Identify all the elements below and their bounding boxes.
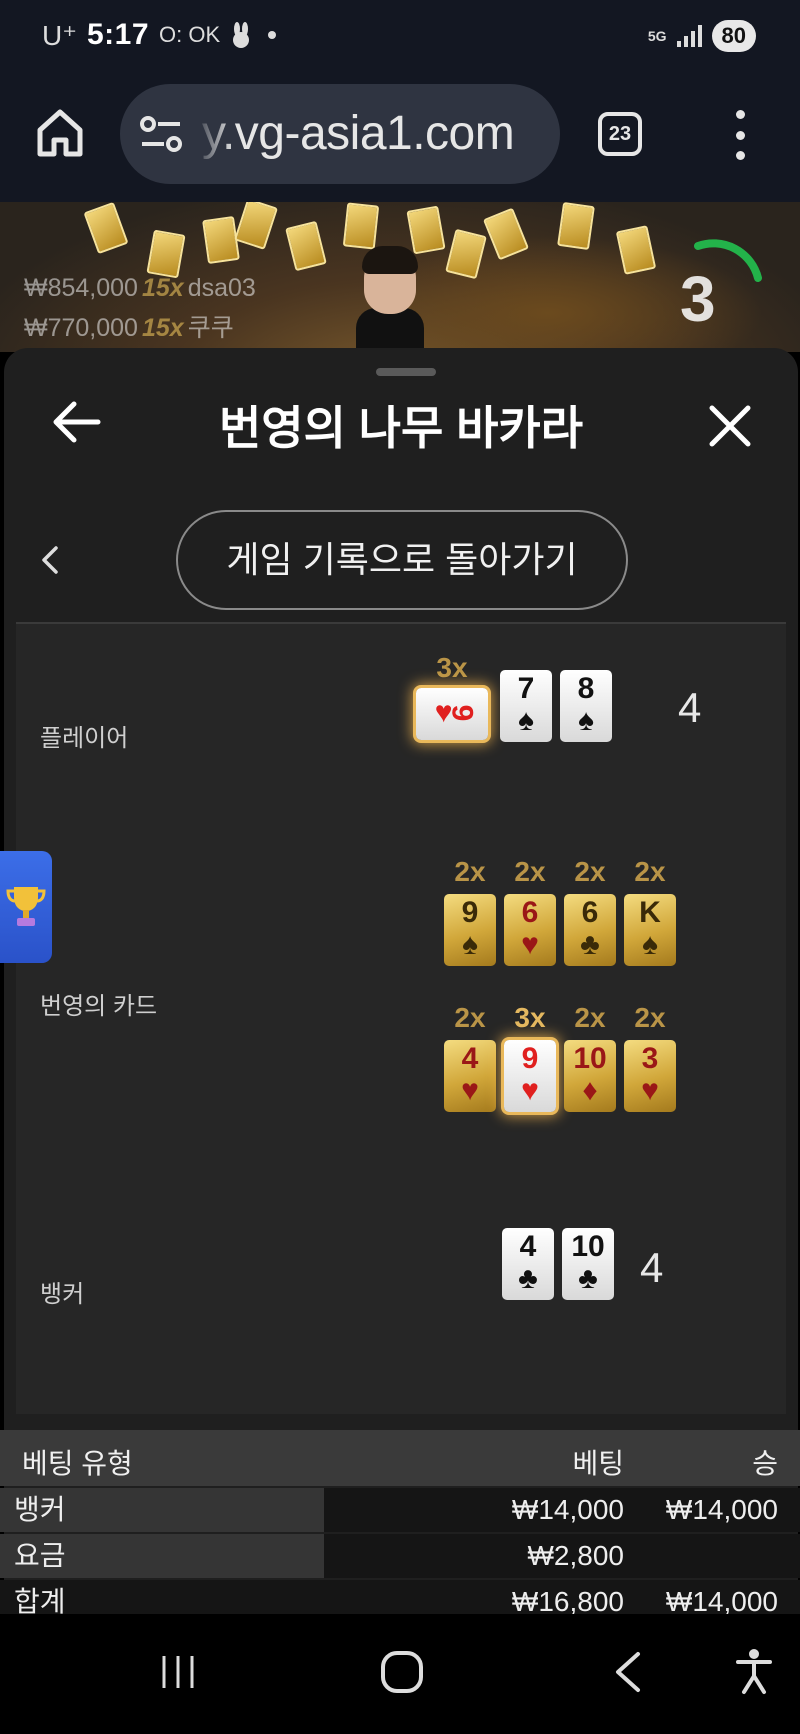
decor-card — [342, 202, 380, 250]
player-card: 8 ♠ — [560, 670, 612, 742]
return-to-history-button[interactable]: 게임 기록으로 돌아가기 — [176, 510, 628, 610]
player-label: 플레이어 — [40, 725, 129, 752]
battery-indicator: 80 — [711, 20, 756, 52]
decor-card — [83, 202, 129, 255]
status-bar: U⁺ 5:17 O: OK 5G 80 — [0, 0, 800, 76]
chevron-left-icon[interactable] — [40, 544, 60, 576]
table-header: 베팅 유형 베팅 승 — [0, 1430, 800, 1486]
row-win: ₩14,000 — [665, 1494, 778, 1525]
player-card: 7 ♠ — [500, 670, 552, 742]
home-icon[interactable] — [32, 104, 88, 160]
back-nav-icon[interactable] — [612, 1650, 642, 1694]
prosperity-card: 4 ♥ — [444, 1040, 496, 1112]
carrier-label: U⁺ — [42, 19, 77, 51]
trophy-icon — [6, 887, 46, 926]
notification-icons: O: OK — [159, 22, 221, 47]
prosperity-multiplier: 2x — [634, 856, 666, 887]
notification-dot — [268, 31, 277, 39]
close-icon[interactable] — [708, 404, 752, 448]
dealer-avatar — [356, 246, 424, 352]
clock: 5:17 — [87, 18, 150, 51]
decor-card — [557, 202, 595, 251]
row-bet: ₩14,000 — [511, 1494, 624, 1525]
site-settings-icon[interactable] — [138, 112, 186, 156]
column-header-bet: 베팅 — [572, 1448, 624, 1479]
network-type: 5G — [647, 28, 667, 44]
prosperity-multiplier: 2x — [574, 856, 606, 887]
player-score: 4 — [678, 684, 702, 731]
round-result: 플레이어 3x ♥9 7 ♠ 8 ♠ 4 번영의 카드 2x 2x 2x 2x 9 ♠… — [16, 624, 786, 1414]
signal-icon — [676, 25, 702, 47]
prosperity-multiplier: 2x — [574, 1002, 606, 1033]
banker-card: 10 ♣ — [562, 1228, 614, 1300]
prosperity-multiplier: 2x — [454, 856, 486, 887]
prosperity-card: 9 ♥ — [504, 1040, 556, 1112]
browser-toolbar: y.vg-asia1.com 23 — [0, 76, 800, 202]
win-entry: ₩770,000 15x 쿠쿠 — [24, 314, 234, 342]
game-history-panel: 번영의 나무 바카라 게임 기록으로 돌아가기 플레이어 3x ♥9 7 ♠ 8 ♠… — [4, 348, 798, 1614]
home-nav-icon[interactable] — [380, 1650, 424, 1694]
decor-card — [233, 202, 279, 250]
recent-wins: ₩854,000 15x dsa03 ₩770,000 15x 쿠쿠 — [24, 268, 256, 348]
prosperity-cards-label: 번영의 카드 — [40, 993, 158, 1020]
column-header-type: 베팅 유형 — [22, 1448, 133, 1479]
banker-score: 4 — [640, 1244, 664, 1291]
address-bar[interactable]: y.vg-asia1.com — [120, 84, 560, 184]
prosperity-card: 9 ♠ — [444, 894, 496, 966]
rabbit-icon — [233, 22, 250, 48]
more-menu-icon[interactable] — [730, 110, 750, 160]
decor-card — [202, 215, 240, 265]
url-text: y.vg-asia1.com — [202, 107, 515, 160]
panel-title: 번영의 나무 바카라 — [218, 402, 584, 454]
row-type: 요금 — [0, 1534, 324, 1578]
banker-label: 뱅커 — [40, 1281, 85, 1308]
decor-card — [285, 220, 327, 272]
win-entry: ₩854,000 15x dsa03 — [24, 274, 256, 302]
row-bet: ₩2,800 — [527, 1540, 625, 1571]
table-row: 뱅커 ₩14,000 ₩14,000 — [0, 1488, 800, 1532]
drag-handle[interactable] — [376, 368, 436, 376]
prosperity-multiplier: 2x — [514, 856, 546, 887]
prosperity-card: 3 ♥ — [624, 1040, 676, 1112]
prosperity-card: K ♠ — [624, 894, 676, 966]
system-navigation-bar — [0, 1614, 800, 1734]
column-header-win: 승 — [752, 1448, 778, 1479]
row-type: 뱅커 — [0, 1488, 324, 1532]
table-row: 요금 ₩2,800 — [0, 1534, 800, 1578]
countdown-number: 3 — [680, 263, 716, 335]
tab-switcher-button[interactable]: 23 — [598, 112, 642, 156]
player-multiplier: 3x — [436, 652, 468, 683]
leaderboard-tab[interactable] — [0, 851, 52, 963]
recent-apps-icon[interactable] — [158, 1652, 198, 1692]
prosperity-card: 6 ♥ — [504, 894, 556, 966]
banker-card: 4 ♣ — [502, 1228, 554, 1300]
player-card: ♥9 — [416, 688, 488, 740]
prosperity-multiplier: 3x — [514, 1002, 546, 1033]
prosperity-multiplier: 2x — [454, 1002, 486, 1033]
accessibility-icon[interactable] — [734, 1648, 774, 1696]
prosperity-multiplier: 2x — [634, 1002, 666, 1033]
prosperity-card: 10 ♦ — [564, 1040, 616, 1112]
prosperity-card: 6 ♣ — [564, 894, 616, 966]
